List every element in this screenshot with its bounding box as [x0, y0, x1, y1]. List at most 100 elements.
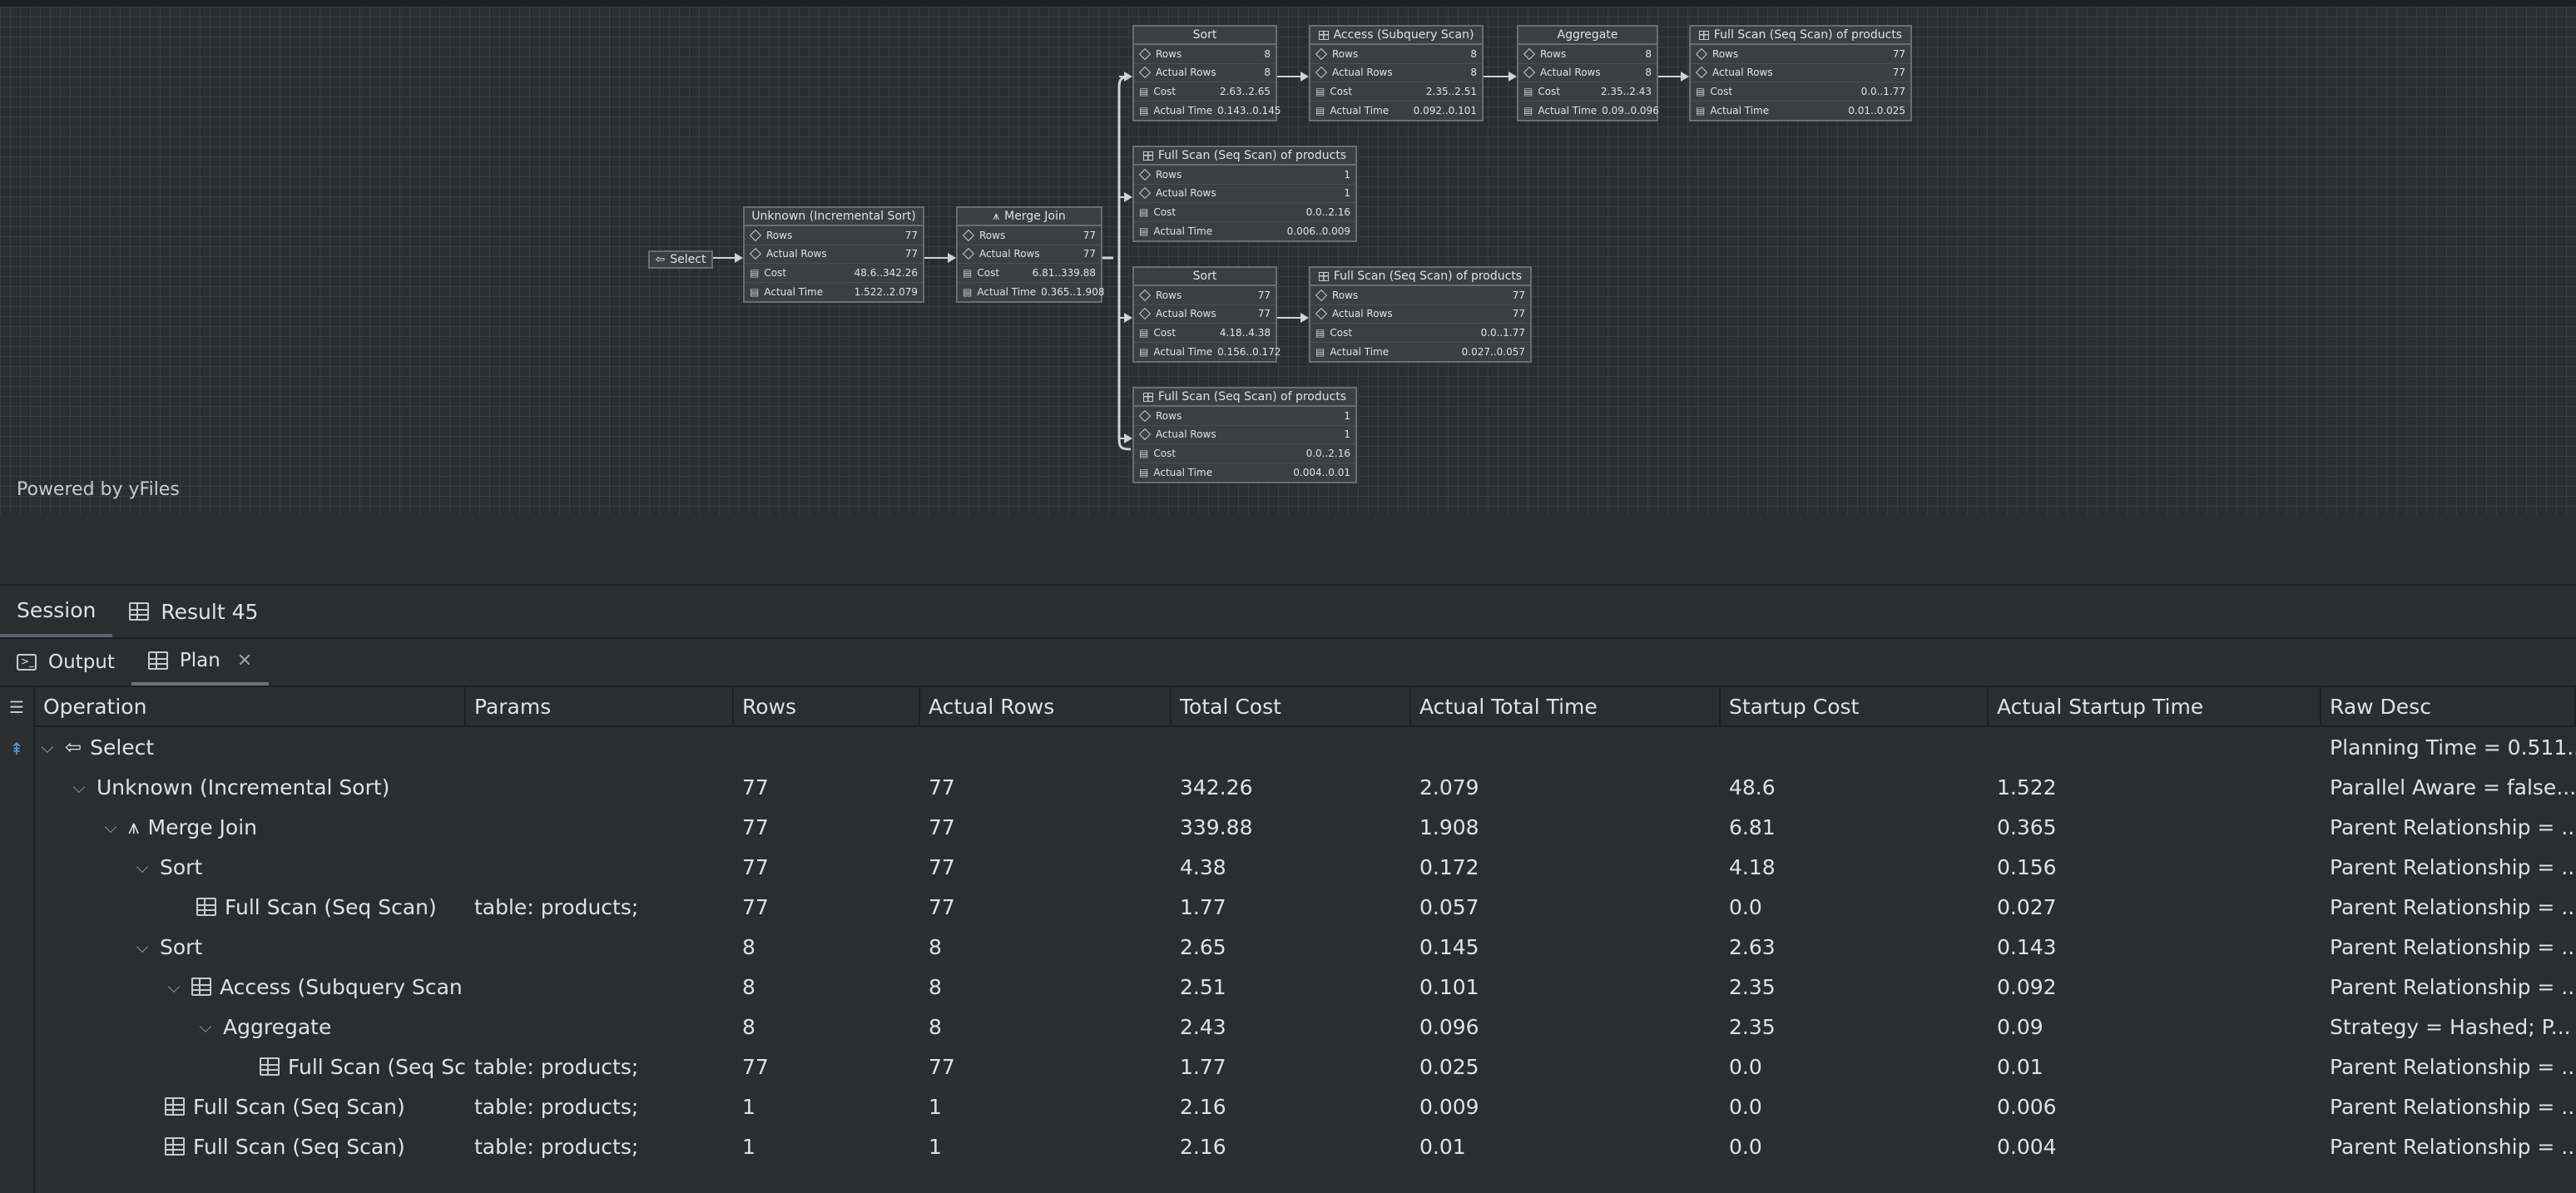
- plan-node-sort1[interactable]: Sort Rows 8 Actual Rows 8 ▤ Cost 2.63..2.65 ▤ Act…: [1132, 25, 1281, 121]
- database-icon: ▤: [963, 285, 973, 298]
- chevron-down-icon[interactable]: ⌵: [102, 817, 120, 837]
- table-row[interactable]: ⌵ Sort 8 8 2.65 0.145 2.63 0.143 Parent Relation…: [35, 927, 2576, 967]
- node-row-value: 77: [904, 248, 918, 260]
- node-title-text: Sort: [1192, 28, 1217, 42]
- table-row[interactable]: ⌵ Aggregate 8 8 2.43 0.096 2.35 0.09 Strategy = …: [35, 1007, 2576, 1047]
- operation-cell: ⌵ Unknown (Incremental Sort): [35, 775, 466, 799]
- operation-name: Merge Join: [147, 814, 257, 839]
- select-node[interactable]: ⇦ Select: [648, 250, 713, 269]
- database-icon: ▤: [1139, 345, 1149, 358]
- node-title-text: Full Scan (Seq Scan) of products: [1713, 28, 1903, 42]
- chevron-down-icon[interactable]: ⌵: [196, 1017, 215, 1037]
- operation-cell: ⌵ Access (Subquery Scan: [35, 975, 466, 999]
- cell-scost: 0.0: [1729, 1094, 1762, 1119]
- edge-arrow: [1300, 313, 1309, 323]
- table-row[interactable]: Full Scan (Seq Scan) table: products; 77 77…: [35, 887, 2576, 927]
- column-header[interactable]: Raw Desc: [2321, 687, 2576, 725]
- node-row-cost: ▤ Cost 2.35..2.51: [1310, 82, 1482, 101]
- plan-diagram[interactable]: ⇦ Select Unknown (Incremental Sort) Rows 7…: [0, 0, 2576, 514]
- operation-cell: ⌵ ⇦ Select: [35, 735, 466, 760]
- diamond-icon: [1315, 67, 1328, 79]
- node-row-label: Rows: [1156, 168, 1182, 181]
- node-row-actual-time: ▤ Actual Time 1.522..2.079: [745, 283, 923, 302]
- node-row-rows: Rows 1: [1134, 407, 1355, 426]
- cell-arows: 1: [929, 1094, 942, 1119]
- cell-tcost: 339.88: [1180, 814, 1253, 839]
- node-title: Access (Subquery Scan): [1310, 27, 1482, 45]
- plan-node-fs1[interactable]: Full Scan (Seq Scan) of products Rows 77 Ac…: [1689, 25, 1912, 121]
- arrow-left-icon: ⇦: [65, 735, 82, 759]
- chevron-down-icon[interactable]: ⌵: [70, 777, 88, 797]
- table-row[interactable]: ⌵ Unknown (Incremental Sort) 77 77 342.26 2.0…: [35, 767, 2576, 807]
- tab-session[interactable]: Session: [0, 586, 113, 637]
- plan-node-fs4[interactable]: Full Scan (Seq Scan) of products Rows 1 Act…: [1132, 387, 1357, 483]
- column-header[interactable]: Actual Total Time: [1411, 687, 1721, 725]
- table-row[interactable]: Full Scan (Seq Scan) table: products; 1 1 2.…: [35, 1126, 2576, 1166]
- expand-all-icon[interactable]: ⇞: [5, 737, 28, 760]
- close-icon[interactable]: ✕: [237, 651, 252, 671]
- cell-astime: 0.01: [1997, 1054, 2043, 1079]
- node-row-label: Cost: [1330, 85, 1353, 97]
- plan-node-fs3[interactable]: Full Scan (Seq Scan) of products Rows 77 Ac…: [1309, 266, 1532, 363]
- node-row-value: 77: [1257, 289, 1271, 301]
- node-row-label: Rows: [1332, 289, 1359, 301]
- table-row[interactable]: Full Scan (Seq Sc table: products; 77 77 1.7…: [35, 1047, 2576, 1087]
- plan-node-mergejoin[interactable]: ⩚ Merge Join Rows 77 Actual Rows 77 ▤ Cost 6.81.…: [956, 206, 1104, 303]
- node-row-value: 0.0..2.16: [1305, 205, 1350, 218]
- column-header[interactable]: Actual Startup Time: [1989, 687, 2321, 725]
- node-row-label: Cost: [1153, 85, 1177, 97]
- node-row-label: Rows: [766, 229, 793, 241]
- table-row[interactable]: Full Scan (Seq Scan) table: products; 1 1 2.…: [35, 1087, 2576, 1126]
- plan-node-sort2[interactable]: Sort Rows 77 Actual Rows 77 ▤ Cost 4.18..4.38 ▤ A…: [1132, 266, 1281, 363]
- column-header[interactable]: Startup Cost: [1721, 687, 1989, 725]
- table-row[interactable]: ⌵ ⇦ Select Planning Time = 0.511...: [35, 727, 2576, 767]
- operation-cell: Full Scan (Seq Scan): [35, 1095, 466, 1119]
- operation-cell: ⌵ Sort: [35, 935, 466, 959]
- diamond-icon: [749, 229, 762, 241]
- node-row-value: 8: [1645, 47, 1652, 60]
- chevron-down-icon[interactable]: ⌵: [133, 857, 151, 877]
- chevron-down-icon[interactable]: ⌵: [133, 937, 151, 957]
- cell-params: table: products;: [474, 1134, 639, 1159]
- edge-arrow: [1300, 72, 1309, 82]
- node-row-value: 0.004..0.01: [1293, 466, 1350, 478]
- node-title: Sort: [1134, 268, 1276, 286]
- plan-node-incsort[interactable]: Unknown (Incremental Sort) Rows 77 Actual R…: [743, 206, 924, 303]
- plan-table: Operation Params Rows Actual Rows Total Cost…: [35, 687, 2576, 1166]
- diamond-icon: [1315, 289, 1328, 301]
- node-row-label: Rows: [979, 229, 1006, 241]
- tab-output[interactable]: >_ Output: [0, 639, 131, 686]
- plan-node-agg[interactable]: Aggregate Rows 8 Actual Rows 8 ▤ Cost 2.35..2.4…: [1517, 25, 1659, 121]
- database-icon: ▤: [1315, 85, 1325, 97]
- diamond-icon: [1695, 67, 1708, 79]
- plan-node-fs2[interactable]: Full Scan (Seq Scan) of products Rows 1 Act…: [1132, 146, 1357, 242]
- terminal-icon: >_: [17, 654, 37, 671]
- column-header[interactable]: Rows: [734, 687, 920, 725]
- tab-plan[interactable]: Plan ✕: [131, 639, 270, 686]
- node-title-text: Aggregate: [1557, 28, 1618, 42]
- operation-name: Full Scan (Seq Sc: [288, 1054, 466, 1079]
- column-header[interactable]: Params: [466, 687, 734, 725]
- column-header[interactable]: Actual Rows: [920, 687, 1172, 725]
- table-row[interactable]: ⌵ Sort 77 77 4.38 0.172 4.18 0.156 Parent Relati…: [35, 847, 2576, 887]
- node-title: Sort: [1134, 27, 1276, 45]
- plan-node-subq[interactable]: Access (Subquery Scan) Rows 8 Actual Rows 8 ▤…: [1309, 25, 1484, 121]
- node-row-rows: Rows 77: [745, 226, 923, 245]
- show-diagram-icon[interactable]: ☰: [5, 696, 28, 719]
- cell-astime: 0.365: [1997, 814, 2057, 839]
- sub-tabs: >_ Output Plan ✕: [0, 639, 2576, 687]
- cell-rows: 77: [742, 775, 769, 799]
- edge-arrow: [735, 253, 743, 263]
- table-row[interactable]: ⌵ ⩚ Merge Join 77 77 339.88 1.908 6.81 0.365 Pare…: [35, 807, 2576, 847]
- column-header[interactable]: Operation: [35, 687, 466, 725]
- node-row-label: Cost: [1538, 85, 1561, 97]
- cell-arows: 77: [929, 894, 955, 919]
- operation-cell: Full Scan (Seq Scan): [35, 1135, 466, 1159]
- cell-rows: 8: [742, 1014, 755, 1039]
- chevron-down-icon[interactable]: ⌵: [38, 737, 57, 757]
- chevron-down-icon[interactable]: ⌵: [165, 977, 183, 997]
- table-row[interactable]: ⌵ Access (Subquery Scan 8 8 2.51 0.101 2.35 0.0…: [35, 967, 2576, 1007]
- column-header[interactable]: Total Cost: [1172, 687, 1411, 725]
- tab-result[interactable]: Result 45: [112, 586, 275, 637]
- node-row-actual-time: ▤ Actual Time 0.027..0.057: [1310, 343, 1530, 362]
